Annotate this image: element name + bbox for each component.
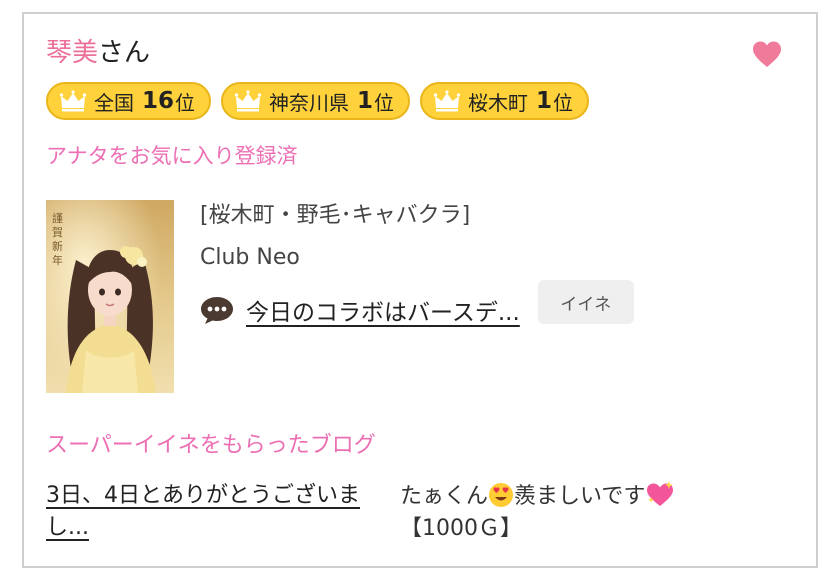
heart-icon[interactable] (752, 40, 782, 70)
cast-name-line: 琴美さん (46, 36, 150, 70)
badge-area: 全国 (94, 90, 134, 115)
rank-badges: 全国 16 位 神奈川県 1位 桜木町 1位 (46, 82, 590, 120)
speech-bubble-icon (201, 297, 233, 324)
latest-post-link[interactable]: 今日のコラボはバースデ... (246, 293, 520, 327)
svg-text:賀: 賀 (52, 226, 63, 239)
favorite-status: アナタをお気に入り登録済 (46, 144, 298, 168)
name-suffix: さん (98, 38, 151, 68)
shop-info: [桜木町・野毛･キャバクラ] Club Neo 今日のコラボはバースデ... イ… (200, 200, 760, 332)
badge-unit: 位 (374, 90, 395, 115)
badge-rank: 1 (536, 88, 553, 114)
like-button[interactable]: イイネ (537, 280, 634, 324)
rank-badge-national[interactable]: 全国 16 位 (46, 82, 212, 120)
comment-text-2: 羨ましいです (514, 484, 646, 509)
svg-text:謹: 謹 (52, 211, 63, 225)
badge-area: 桜木町 (468, 90, 529, 115)
badge-area: 神奈川県 (269, 90, 350, 115)
comment-text-1: たぁくん (400, 484, 489, 509)
shop-area-label[interactable]: [桜木町・野毛･キャバクラ] (200, 200, 760, 232)
rank-badge-prefecture[interactable]: 神奈川県 1位 (221, 82, 411, 120)
latest-post-row: 今日のコラボはバースデ... イイネ (200, 280, 760, 332)
cast-photo[interactable]: 謹 賀 新 年 (46, 200, 174, 393)
super-iine-blog-link[interactable]: 3日、4日とありがとうございまし... (46, 480, 391, 544)
crown-icon (434, 90, 461, 112)
shop-name[interactable]: Club Neo (200, 242, 760, 274)
cast-name[interactable]: 琴美 (46, 38, 98, 68)
sparkling-heart-emoji-icon (647, 481, 674, 506)
super-iine-amount: 【1000Ｇ】 (400, 516, 522, 541)
svg-text:新: 新 (52, 239, 63, 253)
rank-badge-area[interactable]: 桜木町 1位 (420, 82, 590, 120)
badge-unit: 位 (175, 90, 196, 115)
super-iine-section-title: スーパーイイネをもらったブログ (46, 433, 376, 458)
cast-card: 琴美さん 全国 16 位 神奈川県 1位 桜木町 1 位 アナタをお気に入り登録… (22, 12, 818, 568)
crown-icon (235, 90, 262, 112)
crown-icon (60, 90, 86, 112)
svg-text:年: 年 (52, 253, 63, 267)
heart-eyes-emoji-icon (489, 483, 514, 507)
super-iine-comment: たぁくん 羨ましいです 【1000Ｇ】 (400, 480, 760, 545)
badge-rank: 1 (357, 88, 374, 114)
badge-rank: 16 (142, 88, 175, 114)
badge-unit: 位 (553, 90, 574, 115)
